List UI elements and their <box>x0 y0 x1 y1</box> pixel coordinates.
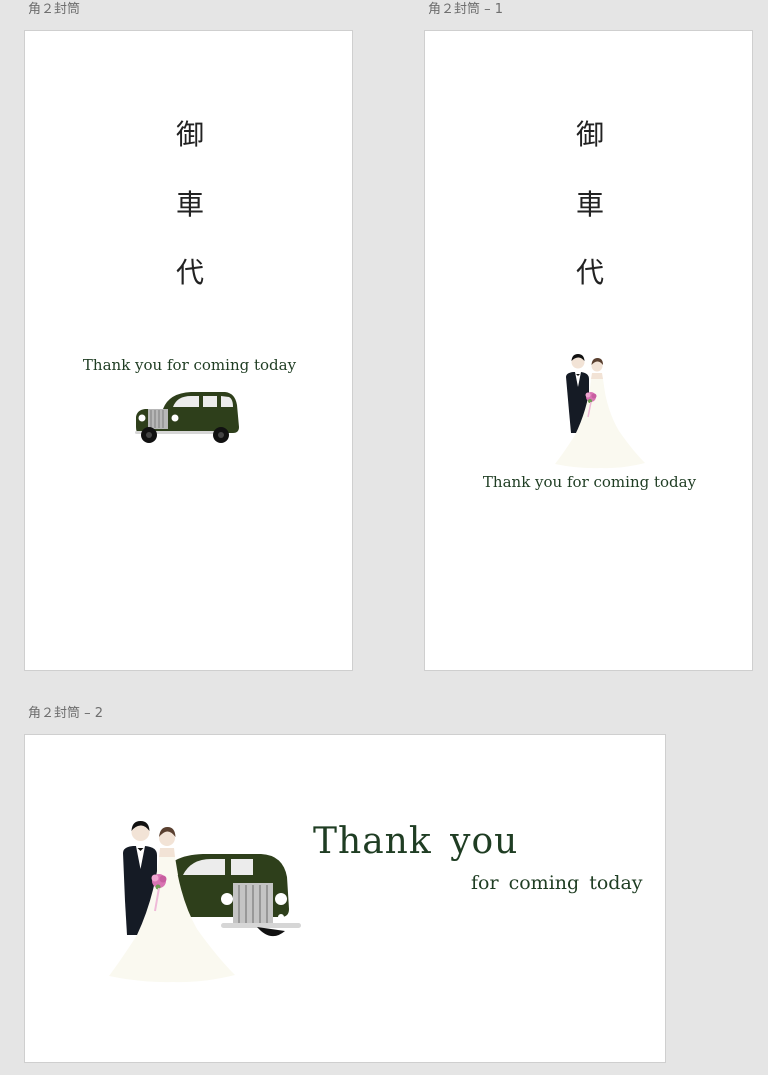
artboard-label-2[interactable]: 角２封筒 – 1 <box>428 1 503 19</box>
artboard-kaku2-2[interactable]: Thank you for coming today <box>24 734 666 1063</box>
vertical-text-char-3: 代 <box>175 256 204 289</box>
thanks-message: Thank you for coming today <box>482 473 697 491</box>
thanks-message-main: Thank you <box>313 821 519 862</box>
artboard-kaku2[interactable]: 御 車 代 Thank you for coming today <box>24 30 353 671</box>
vertical-text-char-2: 車 <box>175 188 204 221</box>
artboard-label-3[interactable]: 角２封筒 – 2 <box>28 705 103 723</box>
vertical-text-char-1: 御 <box>175 118 204 151</box>
artboard-label-1[interactable]: 角２封筒 <box>28 1 80 19</box>
thanks-message-sub: for coming today <box>471 872 643 894</box>
wedding-couple-icon <box>109 821 235 983</box>
wedding-couple-icon <box>555 354 645 469</box>
vintage-car-icon <box>135 392 239 443</box>
vertical-text-char-3: 代 <box>575 256 604 289</box>
artboard-kaku2-1[interactable]: 御 車 代 Thank you for coming today <box>424 30 753 671</box>
vertical-text-char-1: 御 <box>575 118 604 151</box>
vertical-text-char-2: 車 <box>575 188 604 221</box>
thanks-message: Thank you for coming today <box>82 356 297 374</box>
